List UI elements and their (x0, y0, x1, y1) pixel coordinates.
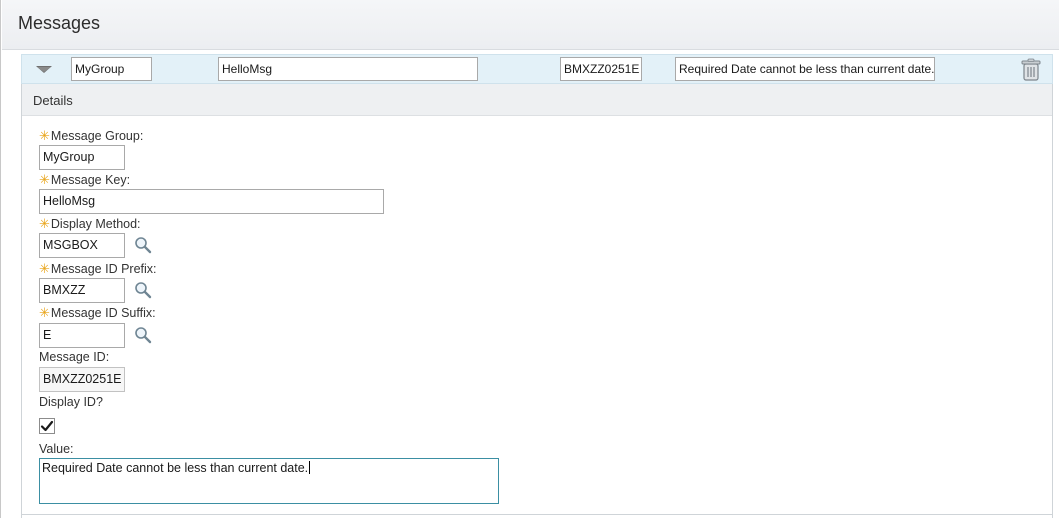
search-icon[interactable] (134, 326, 152, 344)
page-header: Messages (2, 0, 1059, 50)
details-panel: Details (21, 84, 1053, 518)
value-label: Value: (39, 442, 74, 456)
message-group-input[interactable]: MyGroup (39, 145, 125, 170)
required-marker: ✳ (39, 305, 50, 320)
search-icon[interactable] (134, 236, 152, 254)
required-marker: ✳ (39, 261, 50, 276)
required-marker: ✳ (39, 128, 50, 143)
checkmark-icon (40, 420, 54, 432)
message-id-label: Message ID: (39, 350, 110, 364)
page-title: Messages (18, 13, 101, 33)
message-key-label: ✳Message Key: (39, 172, 131, 187)
required-marker: ✳ (39, 216, 50, 231)
value-textarea[interactable]: Required Date cannot be less than curren… (39, 458, 499, 504)
message-row[interactable]: MyGroup HelloMsg BMXZZ0251E Required Dat… (21, 54, 1053, 84)
message-id-prefix-input[interactable]: BMXZZ (39, 278, 125, 303)
row-key-field[interactable]: HelloMsg (218, 57, 478, 81)
row-message-id-field[interactable]: BMXZZ0251E (560, 57, 642, 81)
value-text: Required Date cannot be less than curren… (42, 461, 309, 475)
details-header: Details (22, 84, 1052, 116)
message-group-label: ✳Message Group: (39, 128, 144, 143)
chevron-down-icon[interactable] (36, 66, 52, 73)
display-id-checkbox[interactable] (39, 418, 55, 434)
search-icon[interactable] (134, 281, 152, 299)
details-title: Details (33, 93, 73, 108)
message-id-prefix-label: ✳Message ID Prefix: (39, 261, 157, 276)
message-id-suffix-input[interactable]: E (39, 323, 125, 348)
row-value-field[interactable]: Required Date cannot be less than curren… (675, 57, 935, 81)
message-id-value: BMXZZ0251E (39, 367, 125, 392)
display-method-input[interactable]: MSGBOX (39, 233, 125, 258)
row-group-field[interactable]: MyGroup (71, 57, 152, 81)
trash-icon[interactable] (1020, 58, 1042, 82)
required-marker: ✳ (39, 172, 50, 187)
message-id-suffix-label: ✳Message ID Suffix: (39, 305, 156, 320)
message-key-input[interactable]: HelloMsg (39, 189, 384, 214)
display-method-label: ✳Display Method: (39, 216, 141, 231)
messages-window: Messages MyGroup HelloMsg BMXZZ0251E Req… (0, 0, 1059, 518)
display-id-label: Display ID? (39, 395, 103, 409)
panel-bottom-divider (21, 514, 1053, 515)
